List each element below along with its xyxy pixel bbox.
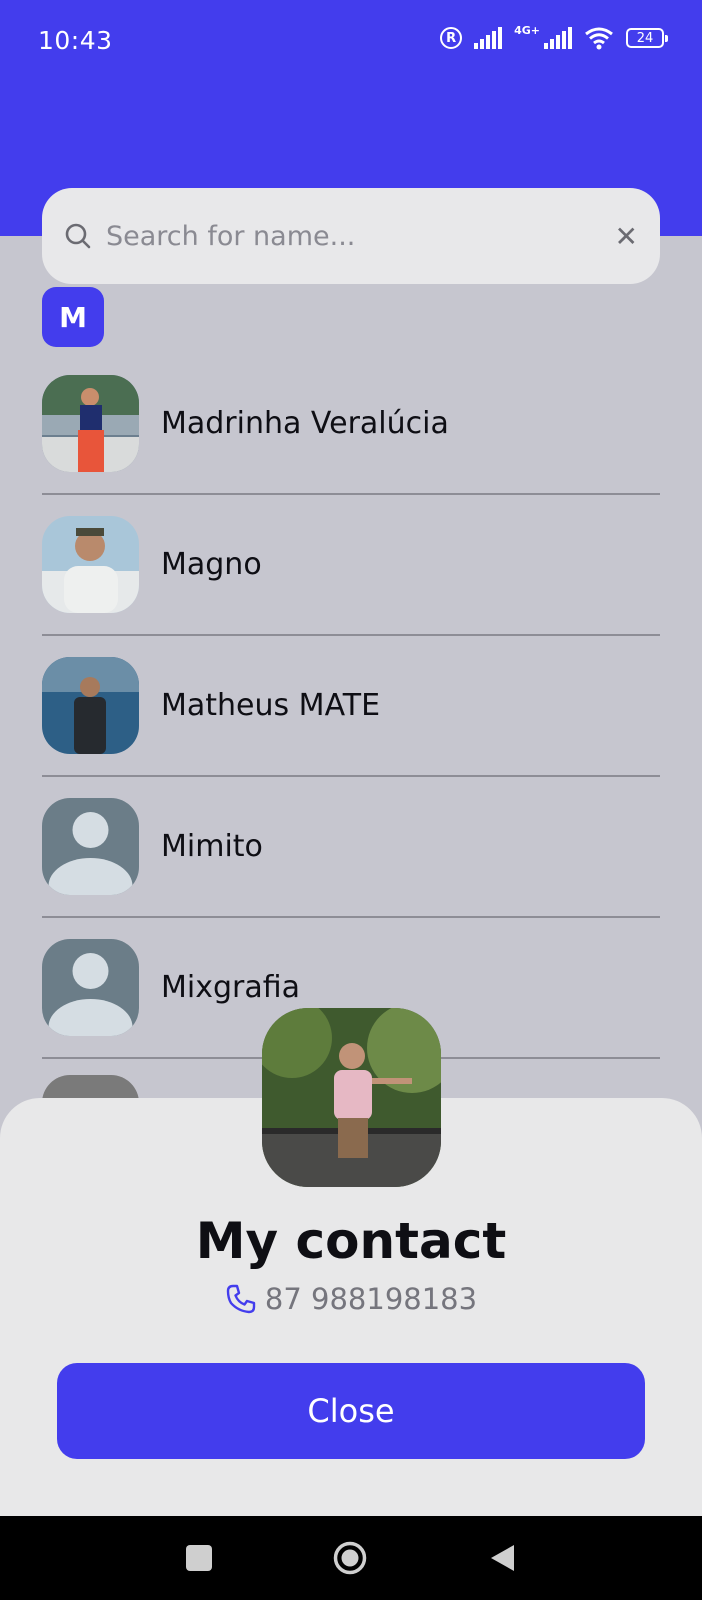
section-letter-badge: M	[42, 287, 104, 347]
phone-number: 87 988198183	[264, 1282, 478, 1316]
contact-name: Madrinha Veralúcia	[161, 406, 449, 441]
wifi-icon	[585, 27, 613, 50]
contact-row[interactable]: Mimito	[42, 777, 660, 918]
contact-row[interactable]: Magno	[42, 495, 660, 636]
network-type: 4G+	[514, 23, 540, 37]
avatar	[42, 657, 139, 754]
default-person-icon	[42, 939, 139, 1036]
signal-icon	[474, 27, 503, 49]
avatar	[42, 516, 139, 613]
signal-icon-2	[544, 27, 572, 49]
registered-icon: R	[440, 27, 463, 49]
search-icon	[65, 223, 91, 249]
my-contact-avatar	[262, 1008, 441, 1187]
contact-name: Magno	[161, 547, 262, 582]
back-icon[interactable]	[488, 1543, 516, 1573]
clear-search-icon[interactable]: ✕	[615, 220, 638, 253]
phone-line: 87 988198183	[0, 1282, 702, 1316]
contact-name: Mimito	[161, 829, 263, 864]
status-icons: R 4G+ 24	[440, 23, 668, 50]
default-person-icon	[42, 798, 139, 895]
contact-name: Matheus MATE	[161, 688, 381, 723]
battery-icon: 24	[626, 28, 668, 48]
search-bar[interactable]: Search for name... ✕	[42, 188, 660, 284]
status-time: 10:43	[38, 26, 113, 55]
contact-name: Mixgrafia	[161, 970, 301, 1005]
sheet-title: My contact	[195, 1212, 507, 1270]
avatar	[42, 375, 139, 472]
contact-row[interactable]: Madrinha Veralúcia	[42, 354, 660, 495]
close-button[interactable]: Close	[57, 1363, 645, 1459]
recent-apps-icon[interactable]	[186, 1545, 212, 1571]
phone-icon	[226, 1284, 256, 1314]
home-icon[interactable]	[333, 1541, 367, 1575]
contact-list: Madrinha Veralúcia Magno Matheus MATE Mi…	[42, 354, 660, 1059]
contact-row[interactable]: Matheus MATE	[42, 636, 660, 777]
search-input[interactable]: Search for name...	[106, 221, 615, 252]
